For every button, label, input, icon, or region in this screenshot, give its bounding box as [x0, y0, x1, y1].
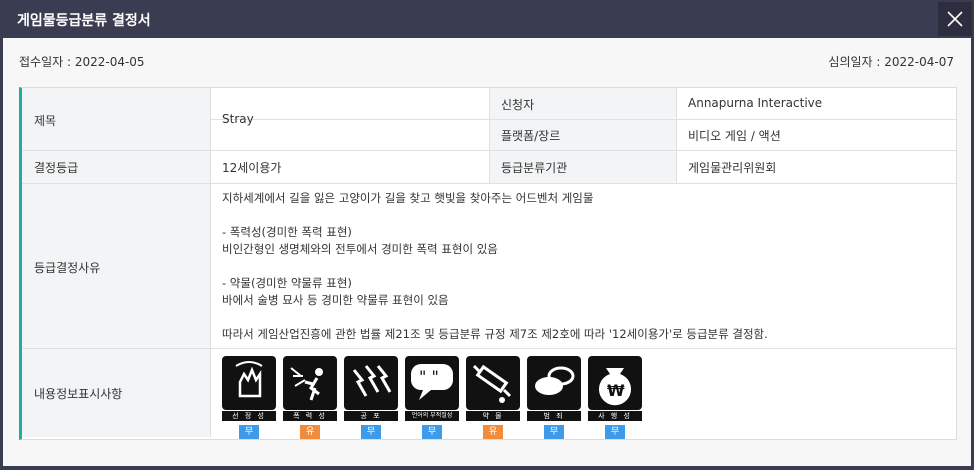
rating-table: 제목 Stray 신청자 Annapurna Interactive 플랫폼/장… [19, 87, 957, 440]
dialog-title: 게임물등급분류 결정서 [17, 13, 151, 29]
applicant-label: 신청자 [501, 98, 535, 112]
sexuality-icon [222, 356, 276, 410]
platform-label: 플랫폼/장르 [501, 129, 561, 143]
svg-text:" ": " " [419, 367, 439, 386]
close-button[interactable] [938, 2, 972, 36]
review-date: 심의일자 : 2022-04-07 [828, 55, 954, 69]
applicant-value: Annapurna Interactive [688, 96, 823, 110]
platform-value: 비디오 게임 / 액션 [688, 129, 781, 143]
title-label: 제목 [34, 114, 57, 128]
descriptor-label: 약 물 [466, 411, 520, 421]
reason-line: 비인간형인 생명체와의 전투에서 경미한 폭력 표현이 있음 [222, 242, 498, 256]
reason-line [222, 207, 768, 224]
reason-line [222, 258, 768, 275]
descriptor-item: 범 죄무 [527, 356, 581, 439]
language-icon: " " [405, 356, 459, 410]
descriptor-status-badge: 무 [422, 425, 442, 439]
descriptor-label: 범 죄 [527, 411, 581, 421]
grade-label: 결정등급 [34, 161, 79, 175]
descriptor-status-badge: 무 [361, 425, 381, 439]
gambling-icon: ₩ [588, 356, 642, 410]
descriptor-item: 공 포무 [344, 356, 398, 439]
reason-line: 바에서 술병 묘사 등 경미한 약물류 표현이 있음 [222, 293, 449, 307]
descriptor-status-badge: 무 [544, 425, 564, 439]
reason-line: - 약물(경미한 약물류 표현) [222, 276, 352, 290]
descriptor-status-badge: 무 [239, 425, 259, 439]
descriptor-label: 공 포 [344, 411, 398, 421]
reason-label: 등급결정사유 [34, 261, 101, 275]
descriptor-status-badge: 무 [605, 425, 625, 439]
descriptor-item: 약 물유 [466, 356, 520, 439]
received-date: 접수일자 : 2022-04-05 [19, 55, 145, 69]
descriptor-item: ₩ 사 행 성무 [588, 356, 642, 439]
rating-dialog: 게임물등급분류 결정서 접수일자 : 2022-04-05 심의일자 : 202… [0, 0, 974, 470]
descriptor-label: 언어의 부적절성 [405, 411, 459, 421]
reason-text: 지하세계에서 길을 잃은 고양이가 길을 찾고 햇빛을 찾아주는 어드벤처 게임… [222, 190, 768, 343]
reason-line: - 폭력성(경미한 폭력 표현) [222, 225, 352, 239]
agency-value: 게임물관리위원회 [688, 161, 777, 175]
descriptor-label: 선 정 성 [222, 411, 276, 421]
crime-icon [527, 356, 581, 410]
agency-label: 등급분류기관 [501, 161, 568, 175]
descriptor-item: 선 정 성무 [222, 356, 276, 439]
grade-value: 12세이용가 [222, 161, 282, 175]
descriptor-label: 폭 력 성 [283, 411, 337, 421]
descriptor-status-badge: 유 [300, 425, 320, 439]
reason-line [222, 309, 768, 326]
fear-icon [344, 356, 398, 410]
reason-line: 지하세계에서 길을 잃은 고양이가 길을 찾고 햇빛을 찾아주는 어드벤처 게임… [222, 191, 594, 205]
descriptor-item: " " 언어의 부적절성무 [405, 356, 459, 439]
violence-icon [283, 356, 337, 410]
title-bar: 게임물등급분류 결정서 [0, 0, 974, 38]
content-label: 내용정보표시사항 [34, 387, 123, 401]
descriptor-status-badge: 유 [483, 425, 503, 439]
dialog-content: 접수일자 : 2022-04-05 심의일자 : 2022-04-07 제목 S… [3, 38, 971, 466]
descriptor-label: 사 행 성 [588, 411, 642, 421]
title-value: Stray [222, 112, 254, 126]
svg-text:₩: ₩ [607, 381, 625, 400]
descriptor-item: 폭 력 성유 [283, 356, 337, 439]
drug-icon [466, 356, 520, 410]
reason-line: 따라서 게임산업진흥에 관한 법률 제21조 및 등급분류 규정 제7조 제2호… [222, 327, 768, 341]
close-icon [947, 11, 963, 27]
